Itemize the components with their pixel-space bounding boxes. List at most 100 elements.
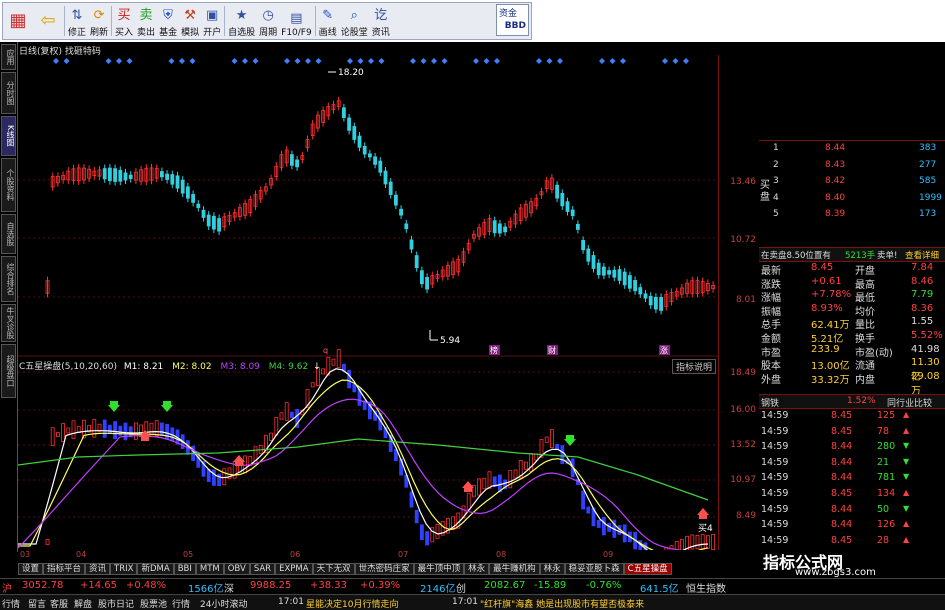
- toolbar-button-基金[interactable]: ⛨基金: [157, 3, 179, 39]
- sell-arrow-icon: [161, 401, 173, 412]
- status-menu-item[interactable]: 客服: [50, 597, 68, 610]
- candle-body: [493, 221, 496, 233]
- order-book-row[interactable]: 48.401999: [759, 193, 945, 207]
- status-menu-item[interactable]: 股票池: [140, 597, 167, 610]
- indicator-bar: [550, 430, 553, 448]
- date-tick-label: 07: [398, 550, 408, 559]
- order-volume: 277: [919, 160, 936, 170]
- indicator-tab[interactable]: SAR: [250, 563, 275, 575]
- indicator-tab[interactable]: 资讯: [85, 563, 110, 575]
- toolbar-separator: [64, 6, 65, 36]
- indicator-bar: [337, 350, 340, 368]
- indicator-tab[interactable]: 最牛顶中顶: [414, 563, 465, 575]
- sidebar-tab-7[interactable]: 超级盘口: [1, 344, 16, 398]
- candle-body: [576, 224, 579, 229]
- order-book-row[interactable]: 38.42585: [759, 176, 945, 190]
- order-summary-amount: 5213手: [845, 249, 875, 261]
- toolbar-button-画线[interactable]: ✎画线: [317, 3, 339, 39]
- signal-diamond: [116, 58, 122, 64]
- toolbar-button-label: F10/F9: [281, 28, 312, 38]
- indicator-tab[interactable]: BBI: [174, 563, 196, 575]
- sector-compare-button[interactable]: 同行业比较: [887, 396, 932, 409]
- indicator-bar: [275, 418, 278, 436]
- indicator-bar: [285, 403, 288, 421]
- candle-body: [426, 277, 429, 289]
- news1-text[interactable]: 星能决定10月行情走向: [306, 597, 398, 610]
- status-menu-item[interactable]: 解盘: [74, 597, 92, 610]
- indicator-tab[interactable]: 林永: [540, 563, 565, 575]
- status-menu-item[interactable]: 24小时滚动: [200, 597, 247, 610]
- tick-time: 14:59: [761, 457, 788, 468]
- order-book-row[interactable]: 28.43277: [759, 160, 945, 174]
- toolbar-button-F10/F9[interactable]: ▤F10/F9: [279, 3, 314, 39]
- toolbar-button-自选股[interactable]: ★自选股: [226, 3, 257, 39]
- tick-volume: 134: [877, 488, 895, 499]
- candle-body: [592, 256, 595, 269]
- status-menu-item[interactable]: 行情: [172, 597, 190, 610]
- indicator-tab[interactable]: 稳妥亚股卜森: [565, 563, 624, 575]
- news2-time: 17:01: [452, 597, 478, 607]
- indicator-tab[interactable]: 世杰密码庄家: [355, 563, 414, 575]
- down-arrow-icon: ▼: [903, 441, 909, 450]
- indicator-bar: [244, 456, 247, 473]
- sidebar-tab-5[interactable]: 综合排名: [1, 256, 16, 302]
- order-book-row[interactable]: 58.39173: [759, 209, 945, 223]
- sz-label: 深: [224, 580, 234, 595]
- sidebar-tab-3[interactable]: 个股资料: [1, 158, 16, 212]
- sidebar-tab-4[interactable]: 自选股: [1, 214, 16, 254]
- indicator-tab[interactable]: MTM: [196, 563, 224, 575]
- indicator-tab[interactable]: C五星操盘: [624, 563, 672, 575]
- toolbar-button-模拟[interactable]: ⚒模拟: [179, 3, 201, 39]
- toolbar-button-论股堂[interactable]: ⌕论股堂: [339, 3, 370, 39]
- signal-diamond: [106, 58, 112, 64]
- indicator-tab[interactable]: 新DMA: [137, 563, 173, 575]
- toolbar-button-买入[interactable]: 买买入: [113, 3, 135, 39]
- toolbar-button-开户[interactable]: ▣开户: [201, 3, 223, 39]
- status-menu-item[interactable]: 股市日记: [98, 597, 134, 610]
- indicator-tab[interactable]: 天下无双: [313, 563, 355, 575]
- tick-time: 14:59: [761, 535, 788, 546]
- indicator-explain-button[interactable]: 指标说明: [672, 359, 716, 374]
- order-summary-sell: 卖单!: [877, 249, 897, 261]
- tick-time: 14:59: [761, 519, 788, 530]
- candle-body: [597, 263, 600, 275]
- indicator-tick-label: 8.49: [736, 511, 756, 521]
- indicator-tab[interactable]: OBV: [224, 563, 250, 575]
- toolbar-button-刷新[interactable]: ⟳刷新: [88, 3, 110, 39]
- indicator-tab[interactable]: 设置: [18, 563, 43, 575]
- sidebar-tab-0[interactable]: 应用: [1, 44, 16, 70]
- toolbar-button-grid[interactable]: ▦: [3, 3, 33, 39]
- toolbar-button-资讯[interactable]: 讫资讯: [370, 3, 392, 39]
- news2-text[interactable]: "红杆旗"海鑫 她是出现股市有望否极泰来: [480, 597, 644, 610]
- sh-index: 3052.78: [22, 580, 63, 591]
- indicator-header: C五星操盘(5,10,20,60) M1: 8.21 M2: 8.02 M3: …: [19, 359, 321, 371]
- sidebar-tab-6[interactable]: 牛叉诊股: [1, 304, 16, 342]
- quote-value: 41.98: [911, 344, 940, 355]
- signal-diamond: [421, 58, 427, 64]
- date-tick-label: 03: [20, 550, 30, 559]
- status-menu-item[interactable]: 行情: [2, 597, 20, 610]
- indicator-tab[interactable]: 指标平台: [43, 563, 85, 575]
- indicator-bar: [680, 539, 683, 550]
- indicator-tab[interactable]: TRIX: [110, 563, 137, 575]
- toolbar-button-back-arrow[interactable]: ⇦: [33, 3, 63, 39]
- toolbar-button-卖出[interactable]: 卖卖出: [135, 3, 157, 39]
- tick-price: 8.44: [831, 457, 852, 468]
- signal-diamond: [473, 58, 479, 64]
- grid-icon: ▦: [9, 10, 27, 32]
- order-book-row[interactable]: 18.44383: [759, 143, 945, 157]
- fund-combo[interactable]: 资金 BBD: [496, 4, 529, 36]
- indicator-tab[interactable]: 最牛赚机构: [489, 563, 540, 575]
- cy-amount: 641.5亿: [640, 580, 679, 595]
- status-menu-item[interactable]: 留言: [28, 597, 46, 610]
- toolbar-button-周期[interactable]: ◷周期: [257, 3, 279, 39]
- sidebar-tab-2[interactable]: K线图: [1, 116, 16, 156]
- candle-body: [103, 169, 106, 179]
- indicator-tab[interactable]: 林永: [464, 563, 489, 575]
- sidebar-tab-1[interactable]: 分时图: [1, 72, 16, 114]
- order-summary-detail[interactable]: 查看详细: [905, 249, 939, 261]
- kline-chart[interactable]: 18.205.94q榜财涨买4: [18, 55, 718, 550]
- toolbar-button-修正[interactable]: ⇅修正: [66, 3, 88, 39]
- indicator-tab[interactable]: EXPMA: [275, 563, 312, 575]
- price-axis: 13.4610.728.0118.4916.0013.5210.978.49: [718, 55, 759, 550]
